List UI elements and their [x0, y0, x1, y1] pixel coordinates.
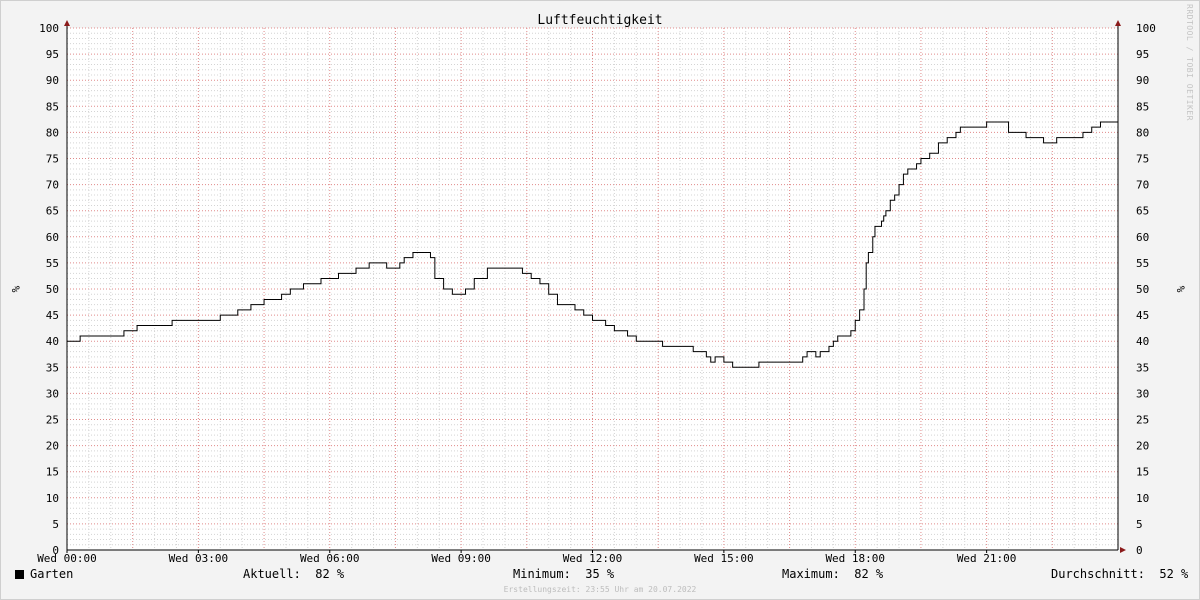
stat-average-value: 52 % — [1159, 567, 1189, 581]
legend-swatch — [15, 570, 24, 579]
stat-average-label: Durchschnitt: — [1051, 567, 1145, 581]
y-tick-label-right: 50 — [1136, 283, 1149, 296]
y-axis-arrow-right — [1115, 20, 1121, 26]
y-axis-label-left: % — [9, 286, 22, 293]
credit-text: RRDTOOL / TOBI OETIKER — [1185, 4, 1194, 121]
y-tick-label-right: 75 — [1136, 153, 1149, 166]
y-tick-label-right: 55 — [1136, 257, 1149, 270]
y-tick-label-right: 95 — [1136, 48, 1149, 61]
y-tick-label-right: 70 — [1136, 179, 1149, 192]
y-axis-arrow-left — [64, 20, 70, 26]
x-tick-label: Wed 06:00 — [300, 552, 360, 565]
y-tick-label-right: 100 — [1136, 22, 1156, 35]
x-tick-label: Wed 00:00 — [37, 552, 97, 565]
y-tick-label-left: 10 — [46, 492, 59, 505]
y-tick-label-left: 35 — [46, 361, 59, 374]
y-tick-label-left: 70 — [46, 179, 59, 192]
stat-minimum: Minimum: 35 % — [513, 567, 614, 581]
y-tick-label-right: 0 — [1136, 544, 1143, 557]
stat-current-label: Aktuell: — [243, 567, 301, 581]
stat-average: Durchschnitt: 52 % — [1051, 567, 1188, 581]
y-tick-label-left: 30 — [46, 387, 59, 400]
y-tick-labels-right: 0 5 10 15 20 25 30 35 40 45 50 55 60 65 70 75 80 85 90 95 10… — [1136, 22, 1156, 557]
legend-series-name: Garten — [30, 567, 74, 581]
x-tick-labels: Wed 00:00 Wed 03:00 Wed 06:00 Wed 09:00 Wed … — [37, 550, 1016, 565]
y-tick-label-right: 80 — [1136, 126, 1149, 139]
y-tick-label-left: 50 — [46, 283, 59, 296]
x-tick-label: Wed 12:00 — [563, 552, 623, 565]
stat-current-value: 82 % — [315, 567, 345, 581]
y-tick-label-right: 10 — [1136, 492, 1149, 505]
y-tick-label-right: 90 — [1136, 74, 1149, 87]
y-axis-label-right: % — [1174, 286, 1187, 293]
x-tick-label: Wed 03:00 — [169, 552, 229, 565]
y-tick-label-right: 40 — [1136, 335, 1149, 348]
y-tick-label-left: 15 — [46, 466, 59, 479]
y-tick-label-left: 95 — [46, 48, 59, 61]
x-tick-label: Wed 21:00 — [957, 552, 1017, 565]
stat-minimum-label: Minimum: — [513, 567, 571, 581]
y-tick-labels-left: 0510152025303540455055606570758085909510… — [39, 22, 59, 557]
y-tick-label-right: 60 — [1136, 231, 1149, 244]
y-tick-label-right: 25 — [1136, 414, 1149, 427]
humidity-chart: 0 5 10 15 20 25 30 35 40 45 50 55 60 65 70 75 80 85 90 95 10… — [9, 13, 1187, 565]
x-tick-label: Wed 18:00 — [825, 552, 885, 565]
y-tick-label-right: 15 — [1136, 466, 1149, 479]
y-tick-label-left: 90 — [46, 74, 59, 87]
y-tick-label-right: 20 — [1136, 440, 1149, 453]
x-tick-label: Wed 15:00 — [694, 552, 754, 565]
y-tick-label-right: 85 — [1136, 100, 1149, 113]
y-tick-label-left: 80 — [46, 126, 59, 139]
stat-maximum-label: Maximum: — [782, 567, 840, 581]
y-tick-label-right: 5 — [1136, 518, 1143, 531]
x-tick-label: Wed 09:00 — [431, 552, 491, 565]
y-tick-label-left: 75 — [46, 153, 59, 166]
y-tick-label-left: 45 — [46, 309, 59, 322]
creation-time: Erstellungszeit: 23:55 Uhr am 20.07.2022 — [503, 585, 697, 594]
y-tick-label-left: 100 — [39, 22, 59, 35]
y-tick-label-left: 65 — [46, 205, 59, 218]
y-tick-label-left: 5 — [52, 518, 59, 531]
stat-current: Aktuell: 82 % — [243, 567, 344, 581]
y-tick-label-left: 85 — [46, 100, 59, 113]
stat-maximum-value: 82 % — [854, 567, 884, 581]
y-tick-label-left: 60 — [46, 231, 59, 244]
y-tick-label-left: 25 — [46, 414, 59, 427]
stat-maximum: Maximum: 82 % — [782, 567, 883, 581]
chart-title: Luftfeuchtigkeit — [537, 13, 662, 28]
y-tick-label-right: 35 — [1136, 361, 1149, 374]
y-tick-label-right: 30 — [1136, 387, 1149, 400]
y-tick-label-left: 55 — [46, 257, 59, 270]
legend-item-garten: Garten — [15, 567, 73, 581]
y-tick-label-left: 20 — [46, 440, 59, 453]
y-tick-label-right: 65 — [1136, 205, 1149, 218]
y-tick-label-left: 40 — [46, 335, 59, 348]
y-tick-label-right: 45 — [1136, 309, 1149, 322]
stat-minimum-value: 35 % — [585, 567, 615, 581]
x-axis-arrow — [1120, 547, 1126, 553]
